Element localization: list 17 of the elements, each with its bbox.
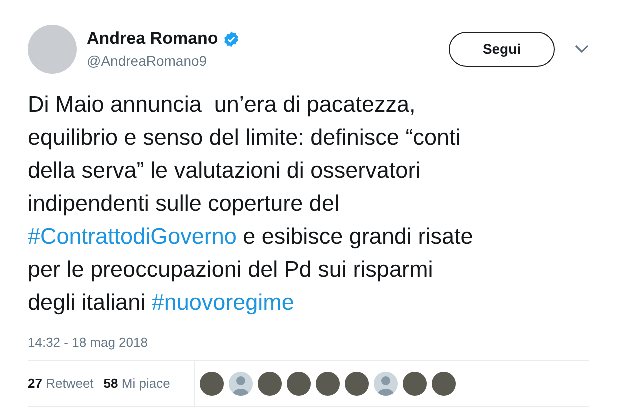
follow-button[interactable]: Segui (449, 32, 555, 66)
liker-photo-placeholder[interactable] (316, 372, 340, 396)
default-avatar-icon[interactable] (229, 372, 253, 396)
stat-link[interactable]: 58 Mi piace (104, 376, 170, 391)
liker-photo-placeholder[interactable] (345, 372, 369, 396)
stat-link[interactable]: 27 Retweet (28, 376, 94, 391)
chevron-down-icon[interactable] (575, 44, 589, 54)
liker-photo-placeholder[interactable] (258, 372, 282, 396)
liker-photo-placeholder[interactable] (200, 372, 224, 396)
tweet-timestamp: 14:32 - 18 mag 2018 (28, 335, 149, 350)
tweet-text: Di Maio annuncia un’era di pacatezza, equilibrio e senso del limite: definisce “conti della serva” le valutazioni di osservatori indipendenti sulle coperture del #ContrattodiGoverno e esibisce grandi risate per le preoccupazioni del Pd sui risparmi degli italiani #nuovoregime (28, 91, 474, 317)
author-handle: @AndreaRomano9 (87, 53, 208, 69)
liker-photo-placeholder[interactable] (287, 372, 311, 396)
default-avatar-icon[interactable] (374, 372, 398, 396)
author-name: Andrea Romano (87, 29, 218, 49)
liker-photo-placeholder[interactable] (403, 372, 427, 396)
liker-photo-placeholder[interactable] (432, 372, 456, 396)
